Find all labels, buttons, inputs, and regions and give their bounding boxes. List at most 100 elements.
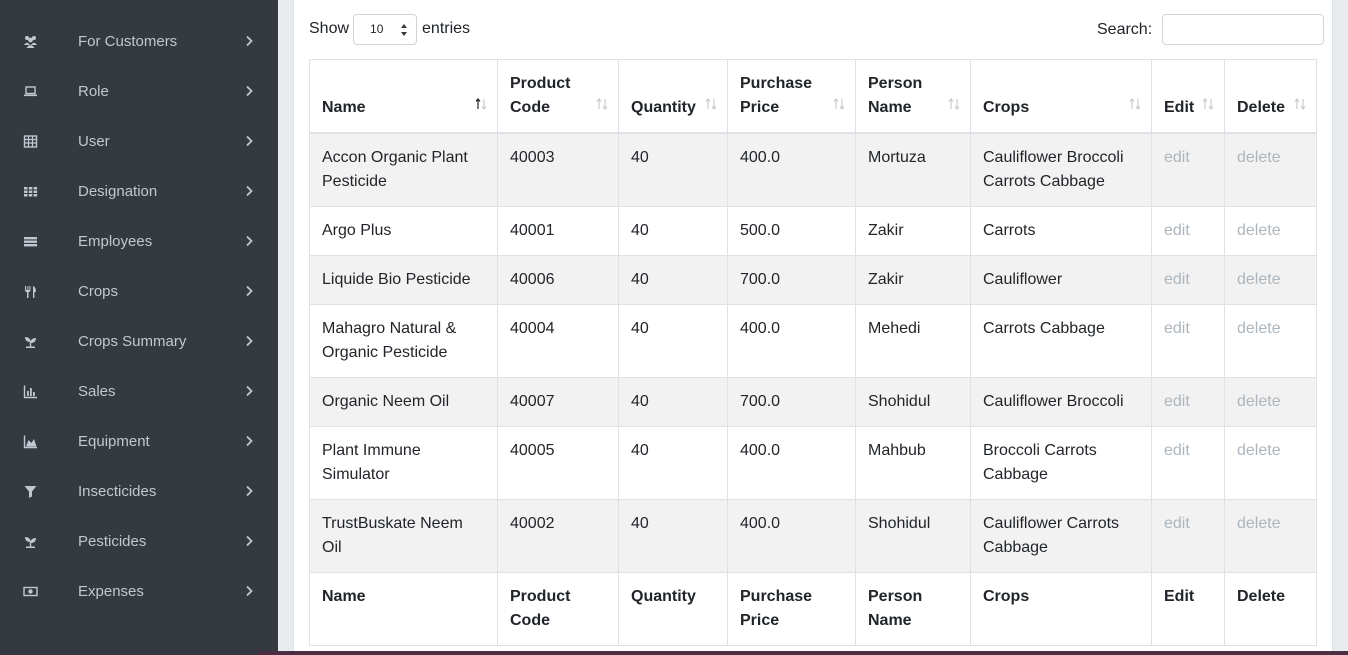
table-cell: 40 xyxy=(618,426,728,500)
table-cell: Mahagro Natural & Organic Pesticide xyxy=(309,304,498,378)
sidebar-item-expenses[interactable]: Expenses xyxy=(0,567,278,617)
delete-link[interactable]: delete xyxy=(1237,393,1281,410)
delete-link[interactable]: delete xyxy=(1237,442,1281,459)
table-cell: Accon Organic Plant Pesticide xyxy=(309,132,498,207)
table-cell: 700.0 xyxy=(727,255,856,305)
column-header-quantity[interactable]: Quantity xyxy=(618,59,728,134)
table-footer-row: Name Product Code Quantity Purchase Price Pe… xyxy=(309,572,1317,646)
sort-icon xyxy=(948,98,960,110)
sidebar-item-label: Crops xyxy=(78,283,119,300)
column-footer-purchase-price: Purchase Price xyxy=(727,572,856,646)
edit-link[interactable]: edit xyxy=(1164,271,1190,288)
table-cell: edit xyxy=(1151,206,1225,256)
seedling-icon xyxy=(23,334,38,349)
edit-link[interactable]: edit xyxy=(1164,222,1190,239)
table-row: Organic Neem Oil 40007 40 700.0 Shohidul Caul… xyxy=(309,377,1317,427)
column-header-edit[interactable]: Edit xyxy=(1151,59,1225,134)
sidebar: For Customers Role User Designation Employee… xyxy=(0,0,278,655)
sidebar-item-label: Pesticides xyxy=(78,533,147,550)
edit-link[interactable]: edit xyxy=(1164,320,1190,337)
sidebar-item-label: Employees xyxy=(78,233,153,250)
sidebar-item-for-customers[interactable]: For Customers xyxy=(0,17,278,67)
search-label: Search: xyxy=(1097,20,1153,38)
chevron-right-icon xyxy=(244,135,254,147)
entries-label: entries xyxy=(422,20,471,37)
table-cell: 40006 xyxy=(497,255,619,305)
sidebar-item-sales[interactable]: Sales xyxy=(0,367,278,417)
table-cell: 40 xyxy=(618,255,728,305)
sidebar-item-label: User xyxy=(78,133,110,150)
sort-icon xyxy=(833,98,845,110)
column-header-purchase-price[interactable]: Purchase Price xyxy=(727,59,856,134)
sidebar-item-insecticides[interactable]: Insecticides xyxy=(0,467,278,517)
sidebar-item-crops-summary[interactable]: Crops Summary xyxy=(0,317,278,367)
delete-link[interactable]: delete xyxy=(1237,149,1281,166)
table-cell: delete xyxy=(1224,132,1317,207)
table-cell: edit xyxy=(1151,377,1225,427)
utensils-icon xyxy=(23,284,38,299)
table-cell: Cauliflower Broccoli xyxy=(970,377,1152,427)
table-cell: Zakir xyxy=(855,255,971,305)
table-header-row: Name Product Code Quantity Purchase Price Pe… xyxy=(309,59,1317,134)
column-header-crops[interactable]: Crops xyxy=(970,59,1152,134)
table-cell: Mehedi xyxy=(855,304,971,378)
chevron-right-icon xyxy=(244,485,254,497)
chevron-right-icon xyxy=(244,585,254,597)
sidebar-item-equipment[interactable]: Equipment xyxy=(0,417,278,467)
delete-link[interactable]: delete xyxy=(1237,320,1281,337)
sidebar-item-label: Sales xyxy=(78,383,116,400)
table-cell: delete xyxy=(1224,255,1317,305)
table-cell: edit xyxy=(1151,132,1225,207)
table-cell: 40004 xyxy=(497,304,619,378)
users-icon xyxy=(23,34,38,49)
sort-icon xyxy=(596,98,608,110)
sidebar-item-designation[interactable]: Designation xyxy=(0,167,278,217)
grid-icon xyxy=(23,184,38,199)
column-footer-product-code: Product Code xyxy=(497,572,619,646)
column-footer-quantity: Quantity xyxy=(618,572,728,646)
delete-link[interactable]: delete xyxy=(1237,222,1281,239)
table-cell: delete xyxy=(1224,499,1317,573)
show-label: Show xyxy=(309,20,350,37)
table-cell: 400.0 xyxy=(727,426,856,500)
chevron-right-icon xyxy=(244,335,254,347)
table-cell: Shohidul xyxy=(855,499,971,573)
table-row: Accon Organic Plant Pesticide 40003 40 400.… xyxy=(309,132,1317,207)
table-cell: 400.0 xyxy=(727,304,856,378)
table-cell: Shohidul xyxy=(855,377,971,427)
delete-link[interactable]: delete xyxy=(1237,515,1281,532)
sort-icon xyxy=(1294,98,1306,110)
delete-link[interactable]: delete xyxy=(1237,271,1281,288)
column-header-product-code[interactable]: Product Code xyxy=(497,59,619,134)
edit-link[interactable]: edit xyxy=(1164,393,1190,410)
sidebar-item-user[interactable]: User xyxy=(0,117,278,167)
sort-icon xyxy=(705,98,717,110)
list-icon xyxy=(23,234,38,249)
length-select-value: 10 xyxy=(370,22,384,36)
length-control: Show 10 entries xyxy=(309,13,471,45)
sidebar-item-role[interactable]: Role xyxy=(0,67,278,117)
table-cell: Mahbub xyxy=(855,426,971,500)
table-cell: Broccoli Carrots Cabbage xyxy=(970,426,1152,500)
sidebar-item-pesticides[interactable]: Pesticides xyxy=(0,517,278,567)
column-header-delete[interactable]: Delete xyxy=(1224,59,1317,134)
table-cell: Cauliflower xyxy=(970,255,1152,305)
table-row: TrustBuskate Neem Oil 40002 40 400.0 Shohidu… xyxy=(309,499,1317,573)
table-cell: edit xyxy=(1151,499,1225,573)
column-header-label: Name xyxy=(322,99,366,116)
table-icon xyxy=(23,134,38,149)
sidebar-item-crops[interactable]: Crops xyxy=(0,267,278,317)
table-cell: delete xyxy=(1224,304,1317,378)
sidebar-item-label: For Customers xyxy=(78,33,178,50)
bar-chart-icon xyxy=(23,384,38,399)
column-header-person-name[interactable]: Person Name xyxy=(855,59,971,134)
sidebar-item-employees[interactable]: Employees xyxy=(0,217,278,267)
edit-link[interactable]: edit xyxy=(1164,149,1190,166)
edit-link[interactable]: edit xyxy=(1164,515,1190,532)
column-header-label: Product Code xyxy=(510,75,571,116)
bottom-strip xyxy=(258,651,1348,655)
edit-link[interactable]: edit xyxy=(1164,442,1190,459)
column-header-name[interactable]: Name xyxy=(309,59,498,134)
search-input[interactable] xyxy=(1162,14,1325,45)
entries-length-select[interactable]: 10 xyxy=(353,13,418,45)
